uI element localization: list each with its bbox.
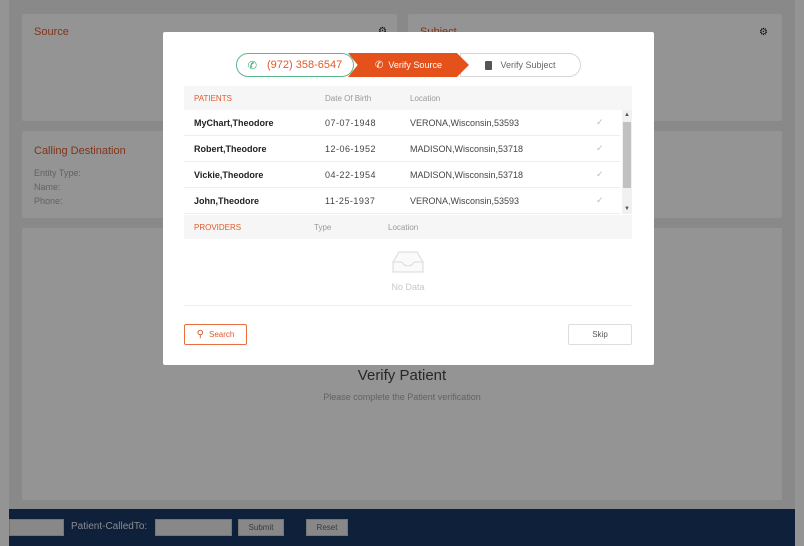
patient-name: MyChart,Theodore: [194, 118, 274, 128]
step-verify-source-label: Verify Source: [388, 60, 442, 70]
table-row[interactable]: Vickie,Theodore 04-22-1954 MADISON,Wisco…: [184, 162, 620, 188]
providers-header: PROVIDERS: [194, 223, 242, 232]
scroll-down-arrow-icon[interactable]: ▼: [622, 204, 632, 214]
patient-dob: 07-07-1948: [325, 118, 377, 128]
phone-call-icon: ✆: [375, 59, 384, 71]
patient-dob: 04-22-1954: [325, 170, 377, 180]
verify-modal: ✆ (972) 358-6547 ✆ Verify Source Verify …: [163, 32, 654, 365]
patient-location: MADISON,Wisconsin,53718: [410, 144, 524, 154]
phone-call-icon: ✆: [247, 59, 257, 72]
patients-table-body: MyChart,Theodore 07-07-1948 VERONA,Wisco…: [184, 110, 632, 214]
providers-table-header: PROVIDERS Type Location: [184, 215, 632, 239]
skip-button[interactable]: Skip: [568, 324, 632, 345]
table-row[interactable]: John,Theodore 11-25-1937 VERONA,Wisconsi…: [184, 188, 620, 214]
scroll-thumb[interactable]: [623, 122, 631, 188]
patient-location: VERONA,Wisconsin,53593: [410, 196, 520, 206]
patient-location: VERONA,Wisconsin,53593: [410, 118, 520, 128]
checkmark-icon[interactable]: ✓: [596, 169, 606, 179]
location-header: Location: [410, 94, 441, 103]
patients-scrollbar[interactable]: ▲ ▼: [622, 110, 632, 214]
patients-header: PATIENTS: [194, 94, 232, 103]
skip-button-label: Skip: [592, 330, 608, 339]
patient-name: Robert,Theodore: [194, 144, 267, 154]
providers-empty-state: No Data: [184, 240, 632, 306]
step-verify-source[interactable]: ✆ Verify Source: [348, 53, 469, 77]
provider-location-header: Location: [388, 223, 419, 232]
step-phone[interactable]: ✆ (972) 358-6547: [236, 53, 354, 77]
table-row[interactable]: MyChart,Theodore 07-07-1948 VERONA,Wisco…: [184, 110, 620, 136]
checkmark-icon[interactable]: ✓: [596, 143, 606, 153]
patients-table-header: PATIENTS Date Of Birth Location: [184, 86, 632, 110]
patient-name: John,Theodore: [194, 196, 259, 206]
checkmark-icon[interactable]: ✓: [596, 117, 606, 127]
scroll-up-arrow-icon[interactable]: ▲: [622, 110, 632, 120]
dob-header: Date Of Birth: [325, 94, 372, 103]
search-button[interactable]: ⚲ Search: [184, 324, 247, 345]
search-button-label: Search: [208, 330, 235, 339]
step-verify-subject[interactable]: Verify Subject: [460, 53, 581, 77]
patient-dob: 12-06-1952: [325, 144, 377, 154]
step-verify-subject-label: Verify Subject: [500, 60, 556, 70]
search-icon: ⚲: [196, 329, 204, 340]
verification-steps: ✆ (972) 358-6547 ✆ Verify Source Verify …: [236, 53, 581, 77]
empty-inbox-icon: [392, 251, 424, 273]
checkmark-icon[interactable]: ✓: [596, 195, 606, 205]
type-header: Type: [314, 223, 332, 232]
patient-location: MADISON,Wisconsin,53718: [410, 170, 524, 180]
no-data-text: No Data: [391, 282, 425, 292]
step-phone-number: (972) 358-6547: [266, 59, 343, 71]
document-icon: [485, 60, 493, 70]
table-row[interactable]: Robert,Theodore 12-06-1952 MADISON,Wisco…: [184, 136, 620, 162]
patient-dob: 11-25-1937: [325, 196, 376, 206]
patient-name: Vickie,Theodore: [194, 170, 264, 180]
